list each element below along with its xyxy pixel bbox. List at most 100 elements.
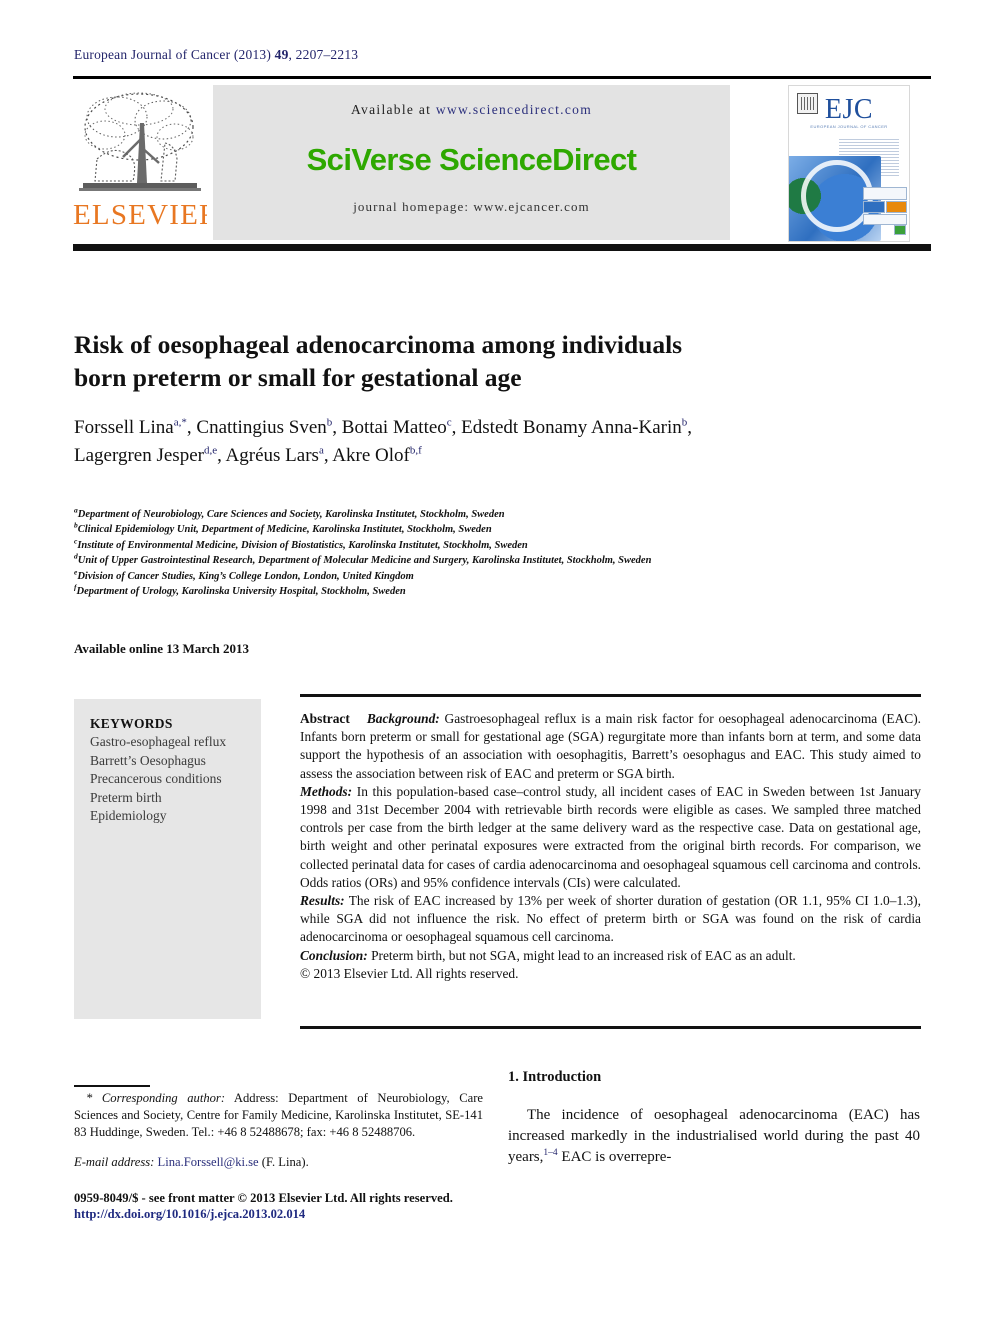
abstract-results-label: Results: <box>300 893 345 909</box>
keyword-item: Precancerous conditions <box>90 771 222 786</box>
citation-reference[interactable]: 1–4 <box>543 1148 557 1158</box>
running-head: European Journal of Cancer (2013) 49, 22… <box>74 47 358 63</box>
header-rule-top <box>73 76 931 79</box>
keywords-panel: KEYWORDS Gastro-esophageal reflux Barret… <box>74 699 261 1019</box>
author-separator: , <box>451 417 462 438</box>
elsevier-wordmark: ELSEVIER <box>73 199 207 231</box>
available-at-prefix: Available at <box>351 102 436 117</box>
email-suffix: (F. Lina). <box>258 1155 309 1169</box>
affiliation-item: cInstitute of Environmental Medicine, Di… <box>74 537 904 553</box>
author-name: Edstedt Bonamy Anna-Karin <box>461 417 682 438</box>
affiliation-text: Clinical Epidemiology Unit, Department o… <box>77 524 492 536</box>
affiliation-item: eDivision of Cancer Studies, King’s Coll… <box>74 568 904 584</box>
author-name: Agréus Lars <box>225 445 319 466</box>
abstract-background: Abstract Background: Gastroesophageal ref… <box>300 710 921 783</box>
email-link[interactable]: Lina.Forssell@ki.se <box>158 1155 259 1169</box>
keyword-item: Preterm birth <box>90 789 162 805</box>
sciencedirect-url[interactable]: www.sciencedirect.com <box>436 102 592 117</box>
elsevier-logo: ELSEVIER <box>73 85 207 240</box>
keyword-item: Barrett’s Oesophagus <box>90 752 206 768</box>
sciencedirect-panel: Available at www.sciencedirect.com SciVe… <box>213 85 730 240</box>
affiliation-item: aDepartment of Neurobiology, Care Scienc… <box>74 506 904 522</box>
abstract-background-label: Background: <box>366 711 440 726</box>
journal-cover-title: EJC <box>824 94 874 125</box>
journal-cover-badges <box>863 187 907 235</box>
keyword-item: Gastro-esophageal reflux <box>90 734 227 749</box>
author-item[interactable]: Cnattingius Svenb <box>196 417 332 438</box>
introduction-heading: 1. Introduction <box>508 1069 602 1085</box>
author-item[interactable]: Agréus Larsa <box>226 445 324 466</box>
affiliation-text: Unit of Upper Gastrointestinal Research,… <box>77 555 652 567</box>
journal-header-band: ELSEVIER Available at www.sciencedirect.… <box>73 85 931 242</box>
running-head-year: (2013) <box>233 47 272 62</box>
abstract-copyright: © 2013 Elsevier Ltd. All rights reserved… <box>300 965 519 981</box>
author-affiliation-marks: a,* <box>173 416 187 429</box>
affiliation-text: Institute of Environmental Medicine, Div… <box>77 539 528 551</box>
author-separator: , <box>323 445 333 466</box>
abstract-results-text: The risk of EAC increased by 13% per wee… <box>300 893 921 945</box>
journal-cover-subtitle: EUROPEAN JOURNAL OF CANCER <box>810 124 888 129</box>
author-name: Cnattingius Sven <box>196 417 327 438</box>
author-item[interactable]: Forssell Linaa,* <box>74 417 187 438</box>
elsevier-tree-icon <box>79 92 201 191</box>
affiliation-item: fDepartment of Urology, Karolinska Unive… <box>74 583 904 599</box>
abstract-rule-top <box>300 694 921 697</box>
author-separator: , <box>687 417 692 438</box>
cover-badge-eortc <box>863 187 907 200</box>
abstract-body: Abstract Background: Gastroesophageal ref… <box>300 710 921 983</box>
author-name: Lagergren Jesper <box>74 445 204 466</box>
abstract-rule-bottom <box>300 1026 921 1029</box>
running-head-pages: , 2207–2213 <box>288 47 359 62</box>
email-note: E-mail address: Lina.Forssell@ki.se (F. … <box>74 1154 483 1171</box>
cover-badge-3 <box>886 201 907 213</box>
abstract-conclusion: Conclusion: Preterm birth, but not SGA, … <box>300 947 921 965</box>
introduction-paragraph: The incidence of oesophageal adenocarcin… <box>508 1105 920 1168</box>
issn-copyright-line: 0959-8049/$ - see front matter © 2013 El… <box>74 1191 453 1205</box>
introduction-text-part-2: EAC is overrepre- <box>557 1149 672 1165</box>
abstract-methods-text: In this population-based case–control st… <box>300 783 921 890</box>
header-rule-bottom <box>73 244 931 251</box>
author-name: Bottai Matteo <box>341 417 447 438</box>
journal-cover-image: EJC EUROPEAN JOURNAL OF CANCER <box>788 85 910 242</box>
corresponding-author-note: * Corresponding author: Address: Departm… <box>74 1090 483 1142</box>
abstract-label: Abstract <box>300 711 350 726</box>
author-item[interactable]: Edstedt Bonamy Anna-Karinb <box>461 417 687 438</box>
author-affiliation-marks: d,e <box>203 444 218 457</box>
page-title: Risk of oesophageal adenocarcinoma among… <box>74 328 864 394</box>
abstract-methods-label: Methods: <box>300 783 353 799</box>
affiliation-list: aDepartment of Neurobiology, Care Scienc… <box>74 506 904 599</box>
keywords-heading: KEYWORDS <box>90 716 173 731</box>
running-head-volume: 49 <box>274 47 289 62</box>
available-online-date: Available online 13 March 2013 <box>74 641 250 656</box>
cover-badge-5 <box>894 225 906 235</box>
author-separator: , <box>332 417 342 438</box>
available-at-line: Available at www.sciencedirect.com <box>213 102 730 118</box>
author-name: Forssell Lina <box>74 417 174 438</box>
abstract-conclusion-label: Conclusion: <box>300 947 368 963</box>
keyword-item: Epidemiology <box>90 808 167 823</box>
author-name: Akre Olof <box>332 445 410 466</box>
journal-homepage-line[interactable]: journal homepage: www.ejcancer.com <box>213 199 730 215</box>
author-separator: , <box>217 445 226 466</box>
cover-badge-2 <box>863 201 885 213</box>
author-list: Forssell Linaa,*, Cnattingius Svenb, Bot… <box>74 414 894 470</box>
footnote-divider <box>74 1085 150 1087</box>
author-item[interactable]: Akre Olofb,f <box>332 445 421 466</box>
author-item[interactable]: Bottai Matteoc <box>342 417 452 438</box>
author-affiliation-marks: b,f <box>409 444 422 457</box>
sciencedirect-logo: SciVerse ScienceDirect <box>306 142 637 177</box>
article-title-line-2: born preterm or small for gestational ag… <box>74 363 522 393</box>
cover-badge-4 <box>863 214 907 225</box>
abstract-methods: Methods: In this population-based case–c… <box>300 783 921 892</box>
article-page: European Journal of Cancer (2013) 49, 22… <box>0 0 992 1323</box>
author-item[interactable]: Lagergren Jesperd,e <box>74 445 217 466</box>
affiliation-text: Division of Cancer Studies, King’s Colle… <box>77 570 414 582</box>
affiliation-text: Department of Neurobiology, Care Science… <box>77 509 505 520</box>
running-head-journal: European Journal of Cancer <box>74 47 231 62</box>
abstract-conclusion-text: Preterm birth, but not SGA, might lead t… <box>367 947 796 963</box>
doi-link[interactable]: http://dx.doi.org/10.1016/j.ejca.2013.02… <box>74 1207 504 1222</box>
affiliation-item: bClinical Epidemiology Unit, Department … <box>74 522 904 537</box>
corresponding-author-label: * Corresponding author: <box>86 1091 226 1105</box>
affiliation-item: dUnit of Upper Gastrointestinal Research… <box>74 552 904 568</box>
introduction-body: The incidence of oesophageal adenocarcin… <box>508 1105 920 1168</box>
